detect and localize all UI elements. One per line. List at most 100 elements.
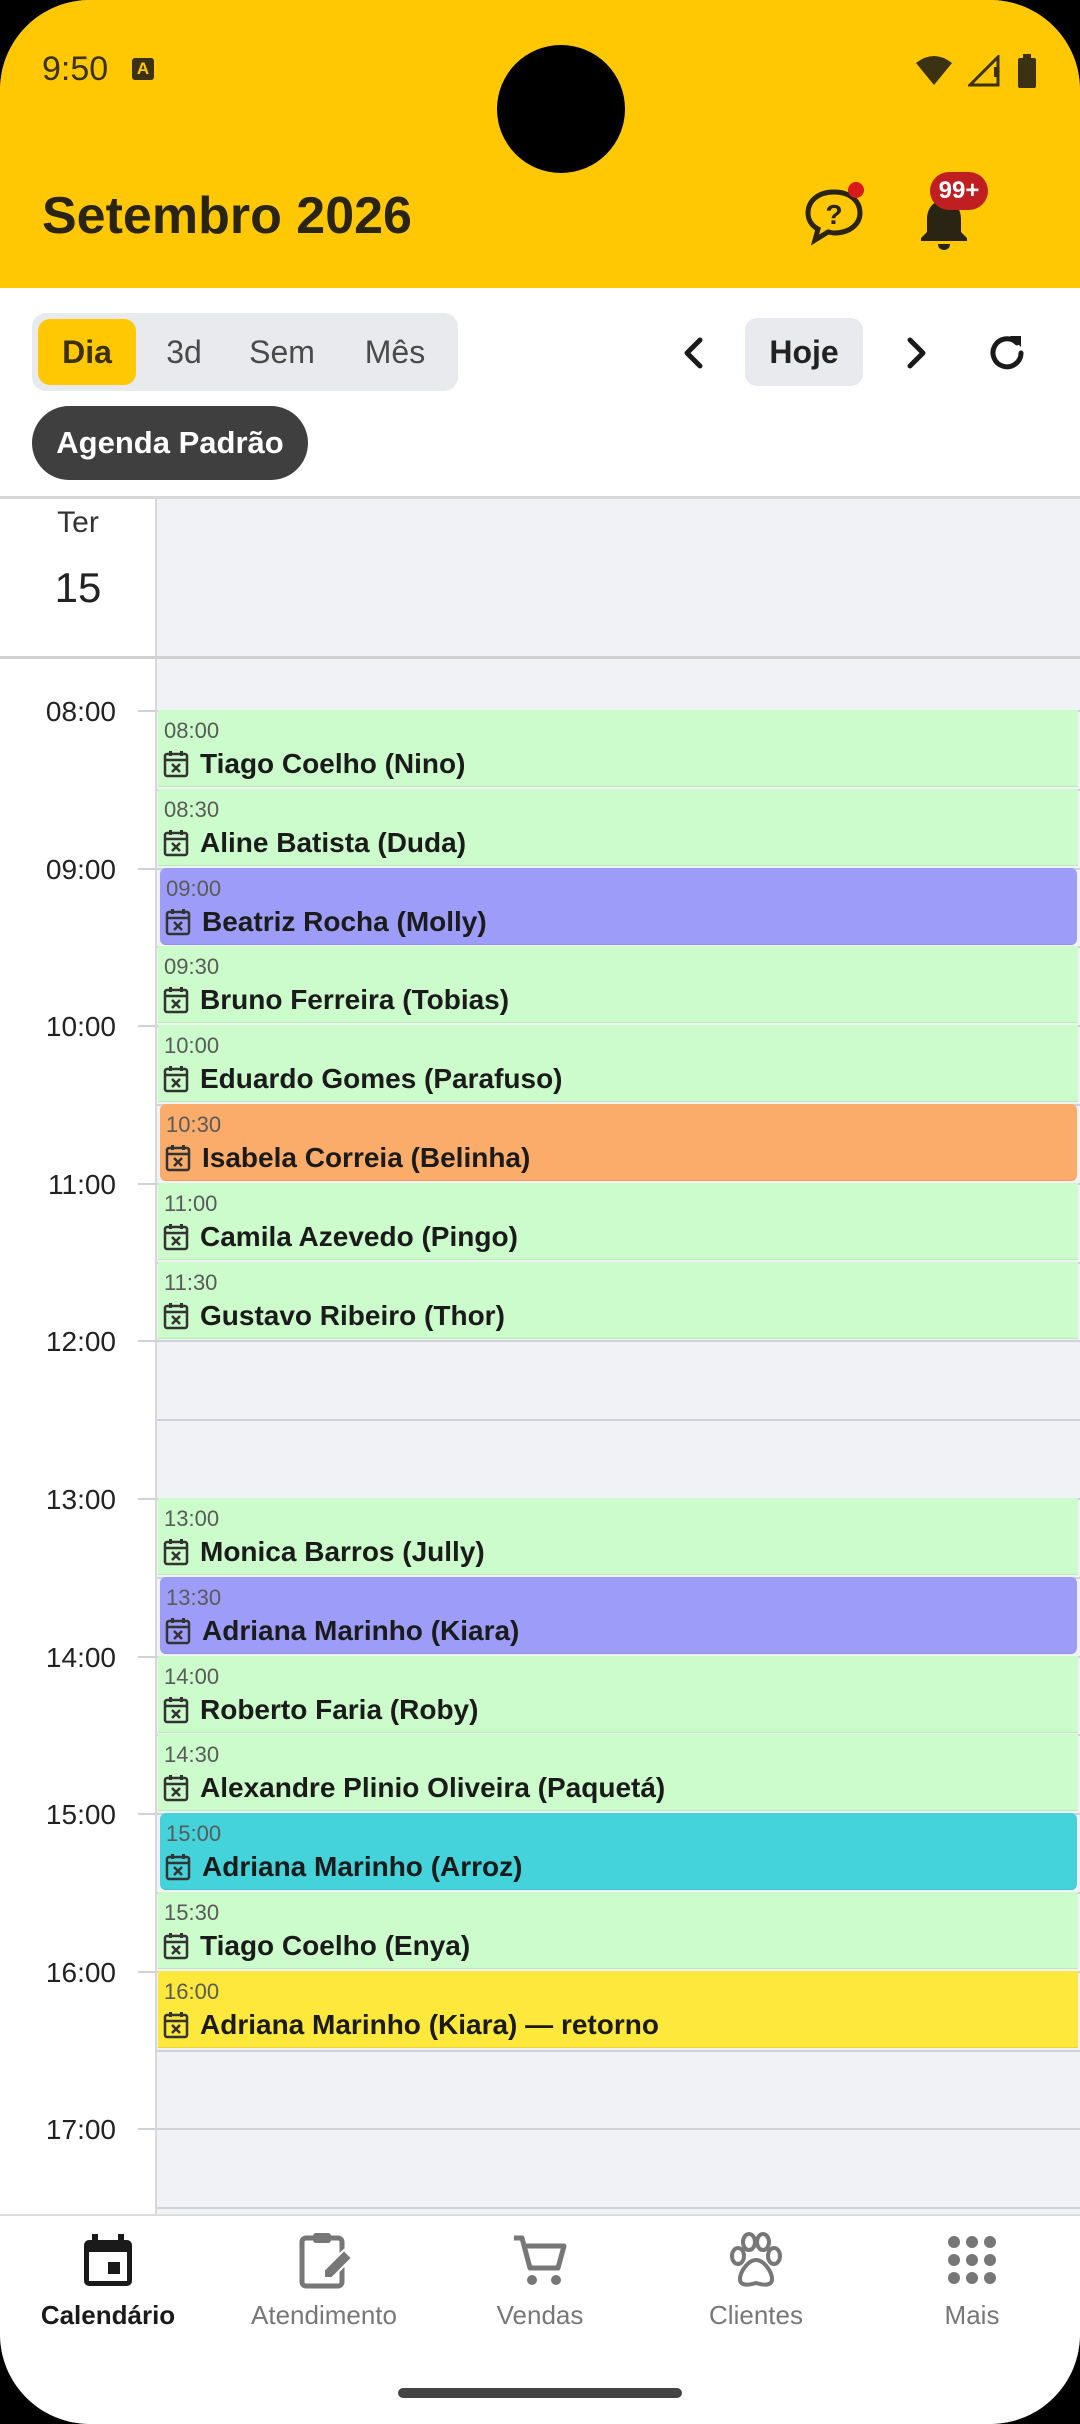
grid-line <box>157 1419 1080 1421</box>
paw-icon <box>730 2232 782 2287</box>
hour-tick <box>138 1971 156 1973</box>
appointment-card[interactable]: 08:30 Aline Batista (Duda) <box>158 789 1078 866</box>
calendar-cancel-icon <box>163 1224 189 1251</box>
appointment-time: 11:00 <box>164 1191 218 1216</box>
all-day-area[interactable] <box>157 499 1080 657</box>
day-weekday: Ter <box>57 506 99 539</box>
appointment-title: Monica Barros (Jully) <box>200 1536 485 1567</box>
home-indicator <box>398 2388 682 2398</box>
appointment-card[interactable]: 14:00 Roberto Faria (Roby) <box>158 1656 1078 1733</box>
hour-label: 17:00 <box>45 2114 116 2145</box>
grid-line <box>157 2128 1080 2130</box>
agenda-selector-chip[interactable]: Agenda Padrão <box>32 406 308 480</box>
nav-label: Atendimento <box>251 2300 397 2330</box>
nav-label: Vendas <box>496 2300 584 2330</box>
appointment-card[interactable]: 08:00 Tiago Coelho (Nino) <box>158 710 1078 787</box>
hour-tick <box>138 1025 156 1027</box>
calendar-cancel-icon <box>163 987 189 1014</box>
hour-tick <box>138 1340 156 1342</box>
calendar-cancel-icon <box>163 1303 189 1330</box>
grid-line <box>157 1340 1080 1342</box>
appointment-card[interactable]: 16:00 Adriana Marinho (Kiara) — retorno <box>158 1971 1078 2048</box>
appointment-time: 13:00 <box>164 1506 220 1531</box>
signal-icon <box>968 55 1000 87</box>
grid-dots-icon <box>948 2236 996 2284</box>
calendar-cancel-icon <box>163 751 189 778</box>
appointment-title: Tiago Coelho (Nino) <box>200 748 466 779</box>
view-mode-day[interactable]: Dia <box>38 319 136 385</box>
calendar-cancel-icon <box>163 1066 189 1093</box>
appointment-card[interactable]: 09:30 Bruno Ferreira (Tobias) <box>158 946 1078 1023</box>
calendar-cancel-icon <box>163 830 189 857</box>
nav-label: Mais <box>944 2300 1000 2330</box>
appointment-card[interactable]: 13:00 Monica Barros (Jully) <box>158 1498 1078 1575</box>
hour-tick <box>138 868 156 870</box>
appointment-title: Adriana Marinho (Arroz) <box>202 1851 523 1882</box>
nav-label: Clientes <box>709 2300 803 2330</box>
cart-icon <box>514 2235 567 2285</box>
nav-calendar[interactable]: Calendário <box>0 2230 216 2340</box>
hour-tick <box>138 710 156 712</box>
appointment-card[interactable]: 11:30 Gustavo Ribeiro (Thor) <box>158 1262 1078 1339</box>
nav-clientes[interactable]: Clientes <box>648 2230 864 2340</box>
status-icons <box>914 54 1038 88</box>
view-mode-selector: Dia 3d Sem Mês <box>32 313 458 391</box>
appointment-time: 15:00 <box>166 1821 222 1846</box>
appointment-title: Adriana Marinho (Kiara) <box>202 1615 520 1646</box>
app-bar: 9:50 A Setembro 2026 ? 99+ <box>0 0 1080 288</box>
appointment-card[interactable]: 10:30 Isabela Correia (Belinha) <box>160 1104 1077 1181</box>
divider <box>155 659 157 2214</box>
hour-label: 09:00 <box>45 854 116 885</box>
appointment-title: Gustavo Ribeiro (Thor) <box>200 1300 505 1331</box>
view-mode-month[interactable]: Mês <box>338 319 452 385</box>
hour-label: 10:00 <box>45 1011 116 1042</box>
nav-label: Calendário <box>40 2300 176 2330</box>
calendar-cancel-icon <box>163 1697 189 1724</box>
appointment-card[interactable]: 15:30 Tiago Coelho (Enya) <box>158 1892 1078 1969</box>
appointment-time: 14:30 <box>164 1742 220 1767</box>
calendar-cancel-icon <box>163 1933 189 1960</box>
calendar-cancel-icon <box>165 909 191 936</box>
appointment-time: 15:30 <box>164 1900 220 1925</box>
appointment-card[interactable]: 15:00 Adriana Marinho (Arroz) <box>160 1813 1077 1890</box>
hour-label: 13:00 <box>45 1484 116 1515</box>
appointment-title: Roberto Faria (Roby) <box>200 1694 479 1725</box>
chevron-left-icon[interactable] <box>670 328 720 378</box>
appointment-card[interactable]: 10:00 Eduardo Gomes (Parafuso) <box>158 1025 1078 1102</box>
hour-label: 11:00 <box>48 1169 116 1200</box>
view-mode-3d[interactable]: 3d <box>142 319 226 385</box>
nav-mais[interactable]: Mais <box>864 2230 1080 2340</box>
chevron-right-icon[interactable] <box>890 328 940 378</box>
appointment-time: 08:30 <box>164 797 220 822</box>
day-number[interactable]: 15 <box>0 564 156 612</box>
help-unread-dot <box>848 182 864 198</box>
appointment-title: Bruno Ferreira (Tobias) <box>200 984 510 1015</box>
hour-label: 15:00 <box>45 1799 116 1830</box>
refresh-icon[interactable] <box>982 328 1032 378</box>
appointment-card[interactable]: 14:30 Alexandre Plinio Oliveira (Paquetá) <box>158 1734 1078 1811</box>
appointment-card[interactable]: 11:00 Camila Azevedo (Pingo) <box>158 1183 1078 1260</box>
hour-tick <box>138 2128 156 2130</box>
appointment-title: Adriana Marinho (Kiara) — retorno <box>200 2009 659 2040</box>
hour-label: 16:00 <box>45 1957 116 1988</box>
calendar-cancel-icon <box>163 1539 189 1566</box>
appointment-title: Beatriz Rocha (Molly) <box>202 906 487 937</box>
nav-vendas[interactable]: Vendas <box>432 2230 648 2340</box>
status-time: 9:50 <box>42 50 109 88</box>
appointment-card[interactable]: 13:30 Adriana Marinho (Kiara) <box>160 1577 1077 1654</box>
appointment-time: 11:30 <box>164 1270 218 1295</box>
nav-atendimento[interactable]: Atendimento <box>216 2230 432 2340</box>
hour-label: 14:00 <box>45 1642 116 1673</box>
grid-line <box>157 2207 1080 2209</box>
calendar-cancel-icon <box>165 1145 191 1172</box>
calendar-cancel-icon <box>163 2012 189 2039</box>
appointment-title: Camila Azevedo (Pingo) <box>200 1221 518 1252</box>
appointment-card[interactable]: 09:00 Beatriz Rocha (Molly) <box>160 868 1077 945</box>
today-button[interactable]: Hoje <box>745 318 863 386</box>
clipboard-edit-icon <box>299 2233 354 2289</box>
screen: 9:50 A Setembro 2026 ? 99+ Dia 3d Sem Mê… <box>0 0 1080 2424</box>
grid-line <box>157 2050 1080 2052</box>
appointment-time: 10:00 <box>164 1033 220 1058</box>
appointment-title: Aline Batista (Duda) <box>200 827 467 858</box>
view-mode-week[interactable]: Sem <box>232 319 332 385</box>
